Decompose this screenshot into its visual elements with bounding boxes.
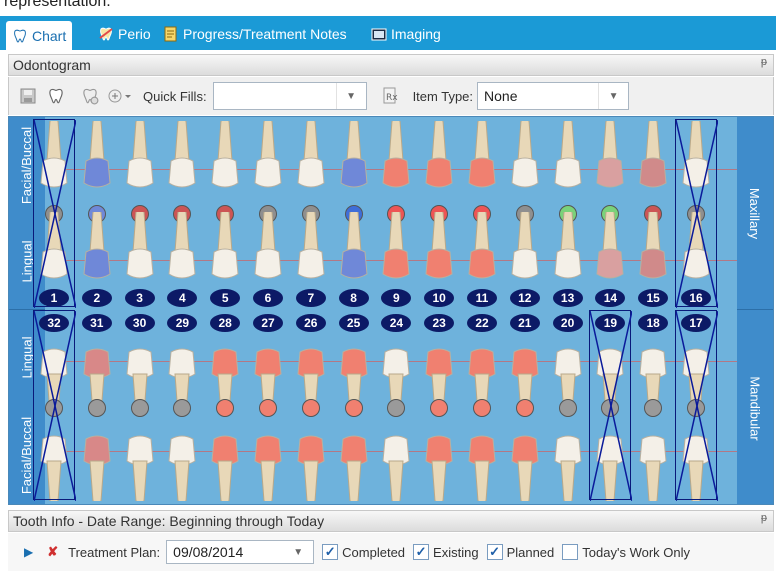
- tooth-3[interactable]: [123, 119, 161, 216]
- planned-label: Planned: [506, 544, 555, 560]
- tooth-9[interactable]: [379, 119, 417, 216]
- tooth-number-10[interactable]: 10: [424, 289, 455, 307]
- tooth-4[interactable]: [165, 119, 203, 216]
- odontogram-chart[interactable]: Facial/Buccal Lingual Lingual Facial/Buc…: [8, 116, 774, 505]
- missing-tooth-marker-17: [675, 310, 718, 501]
- quick-fills-select[interactable]: ▼: [212, 82, 367, 110]
- maxillary-band: Maxillary: [737, 117, 773, 309]
- completed-checkbox[interactable]: ✓: [322, 544, 339, 560]
- mandibular-label: Mandibular: [747, 375, 763, 441]
- tooth-11[interactable]: [465, 119, 503, 216]
- todays-work-label: Today's Work Only: [582, 544, 691, 560]
- tooth-2[interactable]: [80, 119, 118, 216]
- tooth-20[interactable]: [551, 409, 589, 504]
- tab-imaging[interactable]: Imaging: [365, 21, 447, 47]
- odontogram-toolbar: Quick Fills: ▼ Rx Item Type: None ▼: [8, 77, 774, 115]
- expand-arrow-icon[interactable]: ▶: [24, 545, 33, 559]
- chevron-down-icon[interactable]: ▼: [598, 83, 628, 109]
- tooth-number-11[interactable]: 11: [467, 289, 497, 307]
- prescription-icon[interactable]: Rx: [381, 87, 399, 105]
- item-type-value: None: [484, 88, 518, 104]
- perio-icon: [98, 26, 114, 42]
- imaging-icon: [371, 26, 387, 42]
- tooth-chart-icon: [12, 28, 28, 44]
- tooth-6[interactable]: [251, 119, 289, 216]
- tooth-select-icon[interactable]: [47, 87, 65, 105]
- treatment-plan-select[interactable]: 09/08/2014 ▼: [166, 540, 315, 564]
- module-tab-bar: Chart Perio Progress/Treatment Notes Ima…: [0, 16, 776, 50]
- missing-tooth-marker-16: [675, 119, 718, 308]
- missing-tooth-marker-19: [589, 310, 633, 501]
- odontogram-title: Odontogram: [13, 57, 91, 73]
- item-type-select[interactable]: None ▼: [477, 82, 630, 110]
- tooth-info-toolbar: ▶ ✘ Treatment Plan: 09/08/2014 ▼ ✓ Compl…: [8, 533, 774, 571]
- treatment-plan-label: Treatment Plan:: [68, 544, 161, 560]
- add-dropdown-icon[interactable]: [107, 87, 133, 105]
- tab-chart-label: Chart: [32, 27, 67, 44]
- tooth-number-5[interactable]: 5: [210, 289, 241, 307]
- tooth-27[interactable]: [251, 409, 289, 504]
- tooth-clear-icon[interactable]: [81, 87, 99, 105]
- item-type-label: Item Type:: [412, 88, 474, 104]
- tooth-number-2[interactable]: 2: [81, 289, 112, 307]
- pin-icon[interactable]: ᵽ: [761, 56, 767, 68]
- tooth-number-13[interactable]: 13: [552, 289, 583, 307]
- missing-tooth-marker-1: [33, 119, 76, 308]
- quick-fills-label: Quick Fills:: [143, 88, 207, 104]
- tooth-14[interactable]: [593, 119, 631, 216]
- tooth-number-15[interactable]: 15: [638, 289, 669, 307]
- tooth-number-8[interactable]: 8: [338, 289, 369, 307]
- pin-icon[interactable]: ᵽ: [761, 512, 767, 524]
- tooth-8[interactable]: [337, 119, 375, 216]
- tooth-13[interactable]: [551, 119, 589, 216]
- cut-off-text: representation.: [4, 0, 111, 10]
- tooth-15[interactable]: [636, 119, 674, 216]
- tooth-info-header: Tooth Info - Date Range: Beginning throu…: [8, 510, 774, 532]
- save-icon[interactable]: [19, 87, 37, 105]
- tooth-25[interactable]: [337, 409, 375, 504]
- tooth-24[interactable]: [379, 409, 417, 504]
- planned-checkbox[interactable]: ✓: [486, 544, 503, 560]
- treatment-plan-value: 09/08/2014: [173, 544, 244, 560]
- notes-icon: [163, 26, 179, 42]
- todays-work-checkbox[interactable]: [562, 544, 579, 560]
- tooth-21[interactable]: [508, 409, 546, 504]
- tooth-23[interactable]: [422, 409, 460, 504]
- existing-checkbox[interactable]: ✓: [413, 544, 430, 560]
- tooth-12[interactable]: [508, 119, 546, 216]
- tooth-number-12[interactable]: 12: [509, 289, 540, 307]
- missing-tooth-marker-32: [33, 310, 76, 501]
- tooth-18[interactable]: [636, 409, 674, 504]
- tooth-number-6[interactable]: 6: [253, 289, 283, 307]
- delete-icon[interactable]: ✘: [47, 544, 58, 560]
- tooth-31[interactable]: [80, 409, 118, 504]
- tooth-number-3[interactable]: 3: [124, 289, 155, 307]
- chevron-down-icon[interactable]: ▼: [283, 541, 313, 563]
- maxillary-label: Maxillary: [747, 187, 763, 239]
- tooth-30[interactable]: [123, 409, 161, 504]
- tooth-7[interactable]: [294, 119, 332, 216]
- tab-progress-notes[interactable]: Progress/Treatment Notes: [157, 21, 353, 47]
- tooth-5[interactable]: [208, 119, 246, 216]
- completed-label: Completed: [342, 544, 406, 560]
- chevron-down-icon[interactable]: ▼: [335, 83, 366, 109]
- tooth-22[interactable]: [465, 409, 503, 504]
- svg-text:Rx: Rx: [386, 93, 398, 103]
- tab-perio[interactable]: Perio: [92, 21, 157, 47]
- tab-perio-label: Perio: [118, 26, 151, 42]
- odontogram-header: Odontogram ᵽ: [8, 54, 774, 76]
- mandibular-band: Mandibular: [737, 309, 773, 504]
- tooth-number-7[interactable]: 7: [295, 289, 326, 307]
- tooth-28[interactable]: [208, 409, 246, 504]
- tooth-info-title: Tooth Info - Date Range: Beginning throu…: [13, 513, 325, 529]
- tab-imaging-label: Imaging: [391, 26, 441, 42]
- tooth-10[interactable]: [422, 119, 460, 216]
- tooth-26[interactable]: [294, 409, 332, 504]
- existing-label: Existing: [433, 544, 479, 560]
- tab-chart[interactable]: Chart: [6, 21, 73, 50]
- tab-progress-notes-label: Progress/Treatment Notes: [183, 26, 347, 42]
- tooth-29[interactable]: [165, 409, 203, 504]
